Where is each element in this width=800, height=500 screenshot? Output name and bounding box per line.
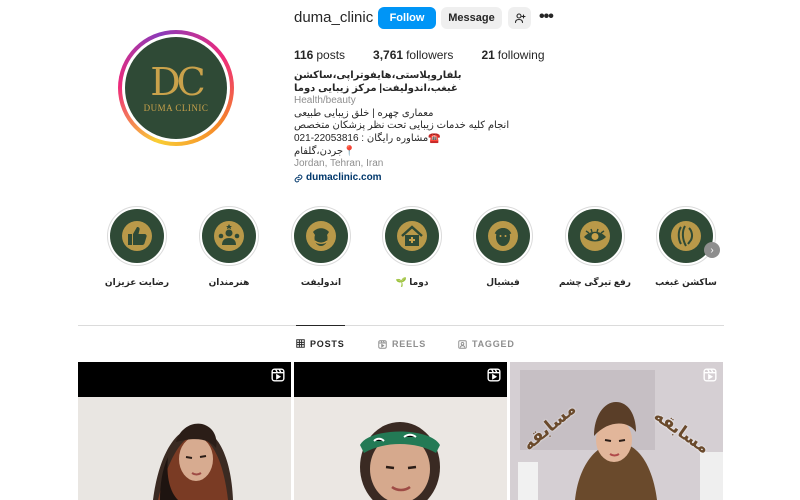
reel-icon <box>271 368 285 382</box>
highlight-label: فیشیال <box>486 277 520 287</box>
profile-tabs: POSTS REELS TAGGED <box>78 325 724 361</box>
tagged-icon <box>458 339 467 349</box>
thumbs-up-icon <box>122 221 152 251</box>
bio-address-line: 📍جردن،گلفام <box>294 145 356 157</box>
profile-avatar-story-ring[interactable]: DC DUMA CLINIC <box>118 30 234 146</box>
face-wrap-icon <box>306 221 336 251</box>
highlight-item[interactable]: دوما 🌱 <box>372 206 452 288</box>
tab-posts[interactable]: POSTS <box>296 325 345 361</box>
highlight-item[interactable]: اندولیفت <box>281 206 361 288</box>
reel-icon <box>487 368 501 382</box>
reel-icon <box>703 368 717 382</box>
story-highlights: ساکشن غبغب رفع تیرگی چشم فیشیال دوما 🌱 ا… <box>0 206 800 296</box>
highlights-next-arrow[interactable]: › <box>704 242 720 258</box>
artists-icon <box>214 221 244 251</box>
more-options-icon[interactable]: ••• <box>539 9 554 25</box>
tab-tagged[interactable]: TAGGED <box>458 326 515 362</box>
avatar-monogram: DC <box>150 60 206 104</box>
link-icon <box>294 174 303 182</box>
bio-line: معماری چهره | خلق زیبایی طبیعی <box>294 107 434 119</box>
post-thumbnail[interactable] <box>294 362 507 500</box>
bio-location[interactable]: Jordan, Tehran, Iran <box>294 158 524 171</box>
highlight-label: رضایت عزیزان <box>104 277 170 287</box>
highlight-label: ساکشن غبغب <box>655 277 717 287</box>
bio-line: انجام کلیه خدمات زیبایی تحت نظر پزشکان م… <box>294 120 510 132</box>
post-thumbnail[interactable]: مسابقه مسابقه <box>510 362 723 500</box>
website-text: dumaclinic.com <box>306 171 382 183</box>
highlight-item[interactable]: فیشیال <box>463 206 543 288</box>
followers-link[interactable]: 3,761 followers <box>373 48 453 62</box>
posts-count: 116 posts <box>294 48 346 62</box>
highlight-item[interactable]: هنرمندان <box>189 206 269 288</box>
avatar-gap: DC DUMA CLINIC <box>122 34 230 142</box>
highlight-label: رفع تیرگی چشم <box>559 277 631 287</box>
following-link[interactable]: 21 following <box>481 48 544 62</box>
post-image <box>294 397 507 500</box>
bio-phone-line: ☎️مشاوره رایگان : 22053816-021 <box>294 132 441 144</box>
avatar: DC DUMA CLINIC <box>125 37 227 139</box>
suggest-user-button[interactable] <box>508 7 531 29</box>
profile-bio: بلفاروپلاستی،هایفوتراپی،ساکشن غبغب،اندول… <box>294 70 524 184</box>
tab-reels[interactable]: REELS <box>378 326 426 362</box>
avatar-brand-text: DUMA CLINIC <box>143 103 209 113</box>
highlight-item[interactable]: رفع تیرگی چشم <box>555 206 635 288</box>
post-image <box>78 397 291 500</box>
reels-icon <box>378 339 387 349</box>
face-profile-icon <box>671 221 701 251</box>
highlight-item[interactable]: رضایت عزیزان <box>97 206 177 288</box>
highlight-label: هنرمندان <box>208 277 250 287</box>
clinic-house-icon <box>397 221 427 251</box>
bio-website-link[interactable]: dumaclinic.com <box>294 172 524 185</box>
follow-button[interactable]: Follow <box>378 7 436 29</box>
bio-category: Health/beauty <box>294 95 356 107</box>
face-mask-icon <box>488 221 518 251</box>
post-thumbnail[interactable] <box>78 362 291 500</box>
eye-icon <box>580 221 610 251</box>
add-person-icon <box>514 13 526 24</box>
highlight-label: اندولیفت <box>300 277 342 287</box>
message-button[interactable]: Message <box>441 7 502 29</box>
highlight-label: دوما 🌱 <box>395 277 429 287</box>
profile-stats: 116 posts 3,761 followers 21 following <box>294 48 545 62</box>
profile-username: duma_clinic <box>294 9 374 26</box>
bio-title: بلفاروپلاستی،هایفوتراپی،ساکشن غبغب،اندول… <box>294 70 462 94</box>
grid-icon <box>296 339 305 348</box>
